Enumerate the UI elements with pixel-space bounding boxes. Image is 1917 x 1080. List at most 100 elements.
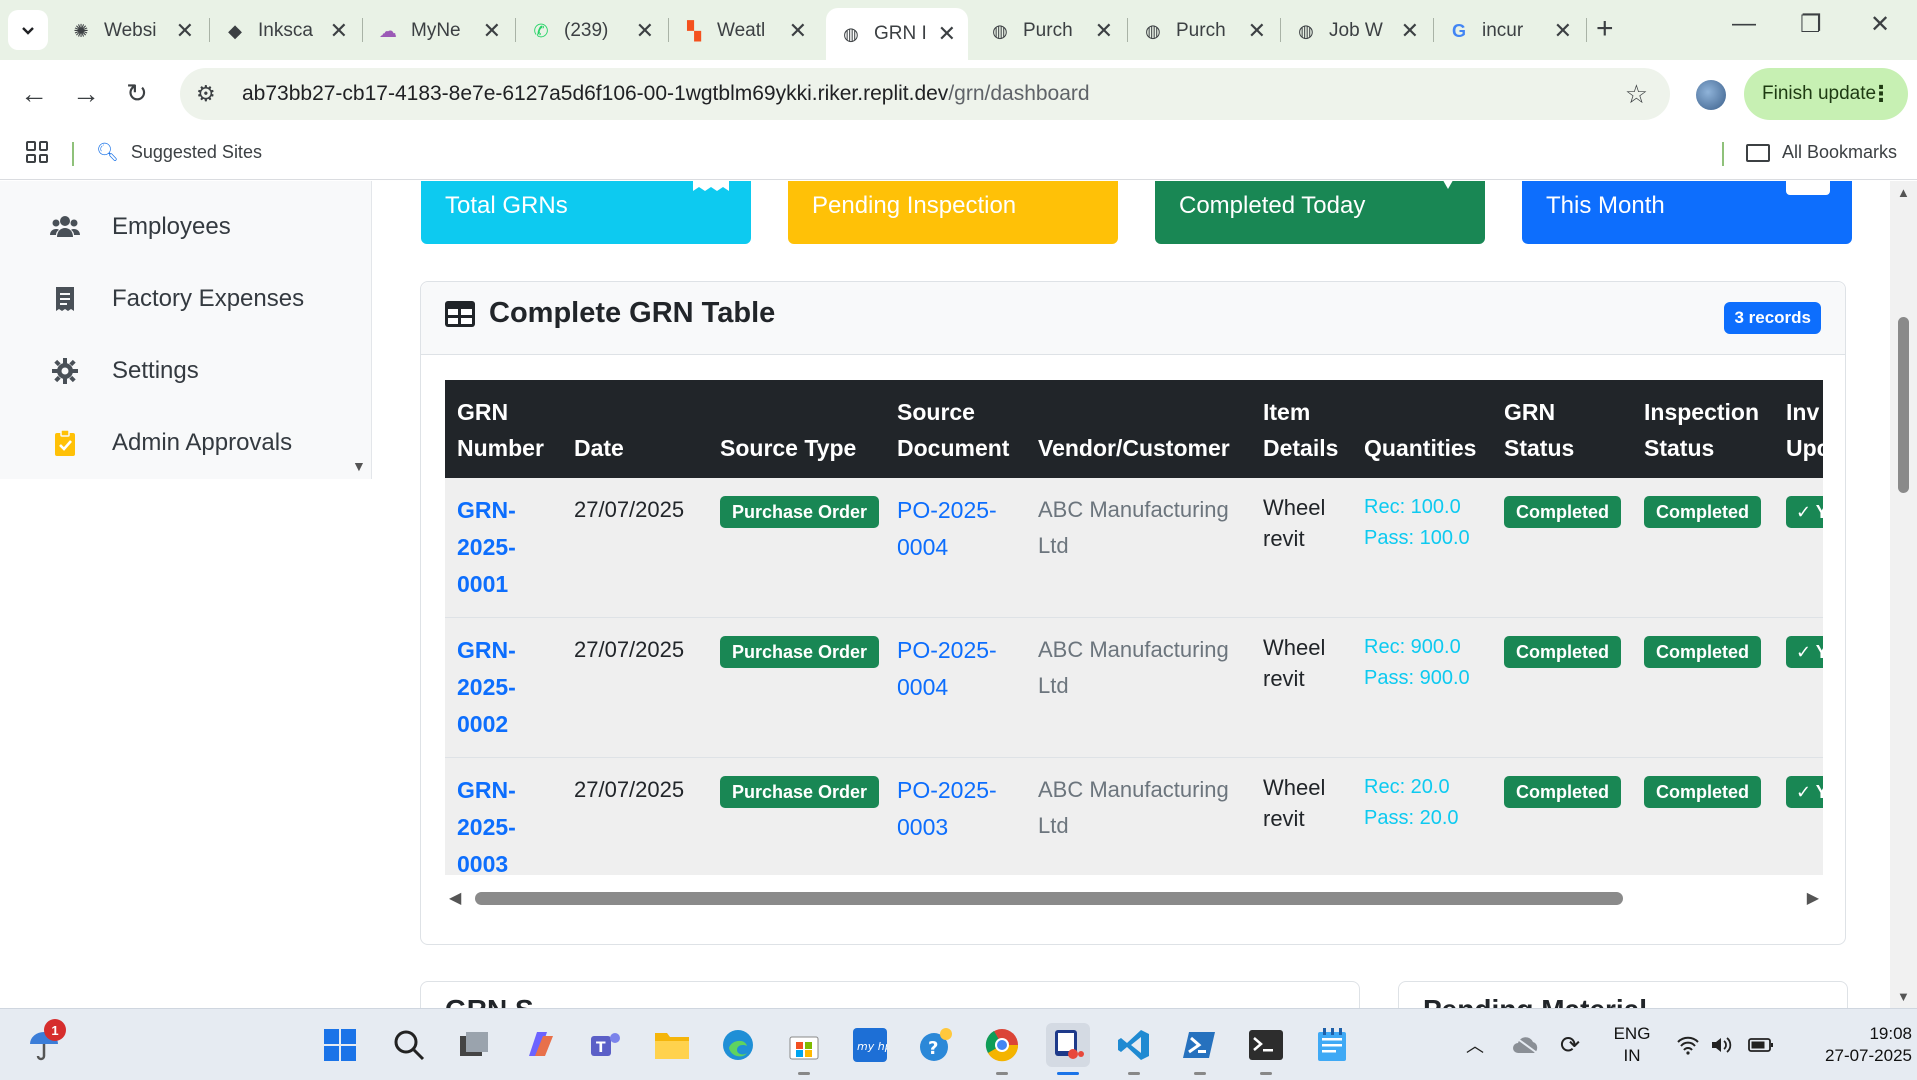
bookmark-suggested-sites[interactable]: 🔍︎ Suggested Sites bbox=[96, 142, 262, 163]
source-document-link[interactable]: PO-2025- 0003 bbox=[897, 777, 997, 840]
browser-tab[interactable]: ◍ Purch ✕ bbox=[975, 10, 1125, 52]
close-tab-icon[interactable]: ✕ bbox=[938, 21, 956, 47]
browser-tab[interactable]: ☁ MyNe ✕ bbox=[363, 10, 513, 52]
sidebar-item-settings[interactable]: Settings bbox=[48, 357, 199, 385]
table-horizontal-scrollbar[interactable]: ◀ ▶ bbox=[445, 886, 1823, 910]
browser-tab[interactable]: ◍ Job W ✕ bbox=[1281, 10, 1431, 52]
back-button[interactable]: ← bbox=[20, 78, 48, 110]
task-view-icon[interactable] bbox=[452, 1023, 496, 1067]
clock[interactable]: 19:08 27-07-2025 bbox=[1812, 1023, 1912, 1067]
col-header-source-document[interactable]: Source Document bbox=[885, 380, 1026, 478]
grn-number-link[interactable]: GRN- 2025- 0003 bbox=[457, 777, 516, 875]
sidebar-item-factory-expenses[interactable]: Factory Expenses bbox=[48, 285, 304, 313]
myhp-icon[interactable]: my hp bbox=[848, 1023, 892, 1067]
globe-icon: ◍ bbox=[843, 23, 859, 44]
scroll-up-icon[interactable]: ▲ bbox=[1897, 185, 1910, 200]
close-tab-icon[interactable]: ✕ bbox=[636, 18, 654, 44]
browser-tab[interactable]: ✺ Websi ✕ bbox=[56, 10, 206, 52]
sidebar-item-employees[interactable]: Employees bbox=[48, 213, 231, 241]
new-tab-button[interactable]: + bbox=[1596, 12, 1614, 46]
scrollbar-thumb[interactable] bbox=[475, 892, 1623, 905]
restore-button[interactable]: ❐ bbox=[1800, 10, 1822, 39]
notification-badge: 1 bbox=[44, 1019, 66, 1041]
col-header-quantities[interactable]: Quantities bbox=[1352, 380, 1492, 478]
powershell-icon[interactable] bbox=[1178, 1023, 1222, 1075]
col-header-vendor[interactable]: Vendor/Customer bbox=[1026, 380, 1251, 478]
browser-tab-active[interactable]: ◍ GRN I ✕ bbox=[826, 8, 968, 60]
notepad-icon[interactable] bbox=[1310, 1023, 1354, 1067]
close-tab-icon[interactable]: ✕ bbox=[1554, 18, 1572, 44]
scroll-left-icon[interactable]: ◀ bbox=[449, 888, 461, 908]
grn-number-link[interactable]: GRN- 2025- 0001 bbox=[457, 497, 516, 597]
grn-table-scroll-area[interactable]: GRN Number Date Source Type Source Documen… bbox=[445, 380, 1823, 875]
forward-button[interactable]: → bbox=[72, 78, 100, 110]
browser-tab[interactable]: ◍ Purch ✕ bbox=[1128, 10, 1278, 52]
wifi-icon[interactable] bbox=[1676, 1009, 1700, 1080]
col-header-grn-status[interactable]: GRN Status bbox=[1492, 380, 1632, 478]
sidebar-item-admin-approvals[interactable]: Admin Approvals bbox=[48, 429, 292, 457]
sync-icon[interactable]: ⟳ bbox=[1560, 1009, 1580, 1080]
close-tab-icon[interactable]: ✕ bbox=[1401, 18, 1419, 44]
address-bar[interactable]: ⚙ ab73bb27-cb17-4183-8e7e-6127a5d6f106-0… bbox=[180, 68, 1670, 120]
language-indicator[interactable]: ENG IN bbox=[1604, 1023, 1660, 1067]
scroll-right-icon[interactable]: ▶ bbox=[1807, 888, 1819, 908]
onedrive-icon[interactable] bbox=[1512, 1009, 1540, 1080]
close-tab-icon[interactable]: ✕ bbox=[1248, 18, 1266, 44]
scrollbar-thumb[interactable] bbox=[1898, 317, 1909, 493]
weather-icon: ▚ bbox=[687, 20, 701, 41]
finish-update-button[interactable]: Finish update ⋮ bbox=[1744, 68, 1908, 120]
item-details: Wheel revit bbox=[1251, 478, 1352, 618]
calendar-icon bbox=[1786, 181, 1830, 202]
sidebar-scroll-down-icon[interactable]: ▼ bbox=[352, 458, 366, 474]
source-document-link[interactable]: PO-2025- 0004 bbox=[897, 497, 997, 560]
close-tab-icon[interactable]: ✕ bbox=[789, 18, 807, 44]
file-explorer-icon[interactable] bbox=[650, 1023, 694, 1067]
copilot-icon[interactable] bbox=[518, 1023, 562, 1067]
close-tab-icon[interactable]: ✕ bbox=[330, 18, 348, 44]
windows-start-icon[interactable] bbox=[318, 1023, 362, 1067]
grn-number-link[interactable]: GRN- 2025- 0002 bbox=[457, 637, 516, 737]
tab-search-button[interactable] bbox=[8, 10, 48, 50]
edge-icon[interactable] bbox=[716, 1023, 760, 1067]
minimize-button[interactable]: — bbox=[1732, 10, 1756, 38]
snipping-tool-icon[interactable] bbox=[1046, 1023, 1090, 1075]
all-bookmarks-button[interactable]: All Bookmarks bbox=[1746, 142, 1897, 163]
reload-button[interactable]: ↻ bbox=[126, 78, 148, 109]
scroll-down-icon[interactable]: ▼ bbox=[1897, 989, 1910, 1004]
receipt-icon bbox=[48, 286, 82, 312]
source-document-link[interactable]: PO-2025- 0004 bbox=[897, 637, 997, 700]
page-vertical-scrollbar[interactable]: ▲ ▼ bbox=[1890, 181, 1917, 1008]
get-help-icon[interactable]: ? bbox=[914, 1023, 958, 1067]
close-window-button[interactable]: ✕ bbox=[1870, 10, 1890, 39]
profile-avatar[interactable] bbox=[1696, 80, 1726, 110]
browser-tab[interactable]: ▚ Weatl ✕ bbox=[669, 10, 819, 52]
svg-text:T: T bbox=[596, 1040, 606, 1056]
search-icon[interactable] bbox=[387, 1023, 431, 1067]
browser-tab[interactable]: ◆ Inksca ✕ bbox=[210, 10, 360, 52]
close-tab-icon[interactable]: ✕ bbox=[176, 18, 194, 44]
close-tab-icon[interactable]: ✕ bbox=[1095, 18, 1113, 44]
close-tab-icon[interactable]: ✕ bbox=[483, 18, 501, 44]
browser-tab[interactable]: ✆ (239) ✕ bbox=[516, 10, 666, 52]
col-header-inspection-status[interactable]: Inspection Status bbox=[1632, 380, 1774, 478]
vscode-icon[interactable] bbox=[1112, 1023, 1156, 1075]
col-header-grn-number[interactable]: GRN Number bbox=[445, 380, 562, 478]
url-text[interactable]: ab73bb27-cb17-4183-8e7e-6127a5d6f106-00-… bbox=[242, 82, 1090, 106]
teams-icon[interactable]: T bbox=[584, 1023, 628, 1067]
col-header-date[interactable]: Date bbox=[562, 380, 708, 478]
volume-icon[interactable] bbox=[1710, 1009, 1734, 1080]
apps-grid-icon[interactable] bbox=[26, 141, 48, 163]
col-header-source-type[interactable]: Source Type bbox=[708, 380, 885, 478]
terminal-icon[interactable] bbox=[1244, 1023, 1288, 1075]
battery-icon[interactable] bbox=[1748, 1009, 1774, 1080]
taskbar: 1 T my hp ? bbox=[0, 1008, 1917, 1080]
col-header-item-details[interactable]: Item Details bbox=[1251, 380, 1352, 478]
clipboard-check-icon bbox=[48, 430, 82, 456]
col-header-inventory-update[interactable]: InvUpc bbox=[1774, 380, 1823, 478]
chrome-icon[interactable] bbox=[980, 1023, 1024, 1075]
site-info-icon[interactable]: ⚙ bbox=[196, 81, 226, 107]
bookmark-star-icon[interactable]: ☆ bbox=[1625, 79, 1648, 110]
browser-tab[interactable]: G incur ✕ bbox=[1434, 10, 1584, 52]
ms-store-icon[interactable] bbox=[782, 1023, 826, 1075]
show-hidden-icons-button[interactable]: ︿ bbox=[1466, 1009, 1484, 1080]
